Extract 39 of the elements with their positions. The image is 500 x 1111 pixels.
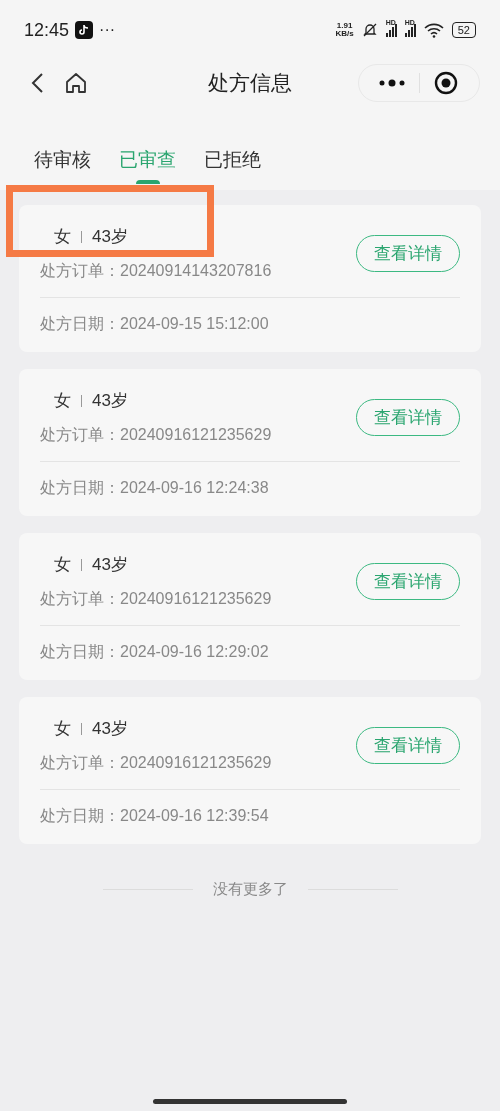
gender-text: 女 — [54, 554, 71, 577]
more-notifications: ··· — [99, 20, 116, 40]
muted-bell-icon — [361, 22, 378, 38]
order-label: 处方订单： — [40, 589, 120, 609]
date-text: 2024-09-15 15:12:00 — [120, 314, 269, 334]
date-label: 处方日期： — [40, 478, 120, 498]
tab[interactable]: 已审查 — [119, 145, 176, 190]
more-icon[interactable] — [379, 78, 405, 87]
end-of-list-text: 没有更多了 — [212, 879, 288, 899]
date-label: 处方日期： — [40, 806, 120, 826]
home-icon[interactable] — [64, 70, 88, 95]
age-text: 43岁 — [92, 718, 128, 741]
status-time: 12:45 — [24, 18, 70, 42]
gender-text: 女 — [54, 718, 71, 741]
gender-text: 女 — [54, 390, 71, 413]
battery-indicator: 52 — [451, 22, 476, 38]
date-text: 2024-09-16 12:29:02 — [120, 642, 269, 662]
age-text: 43岁 — [92, 226, 128, 249]
tab[interactable]: 已拒绝 — [204, 145, 261, 190]
order-number: 20240916121235629 — [120, 425, 272, 445]
tab[interactable]: 待审核 — [34, 145, 91, 190]
date-text: 2024-09-16 12:39:54 — [120, 806, 269, 826]
date-text: 2024-09-16 12:24:38 — [120, 478, 269, 498]
order-number: 20240916121235629 — [120, 589, 272, 609]
date-label: 处方日期： — [40, 314, 120, 334]
order-label: 处方订单： — [40, 753, 120, 773]
network-speed: 1.91 KB/s — [335, 22, 354, 38]
date-label: 处方日期： — [40, 642, 120, 662]
order-number: 20240914143207816 — [120, 261, 272, 281]
order-number: 20240916121235629 — [120, 753, 272, 773]
page-title: 处方信息 — [208, 69, 292, 96]
age-text: 43岁 — [92, 554, 128, 577]
age-text: 43岁 — [92, 390, 128, 413]
order-label: 处方订单： — [40, 425, 120, 445]
app-icon — [75, 21, 94, 39]
wifi-icon — [423, 22, 444, 38]
order-label: 处方订单： — [40, 261, 120, 281]
gender-text: 女 — [54, 226, 71, 249]
back-icon[interactable] — [30, 71, 44, 94]
